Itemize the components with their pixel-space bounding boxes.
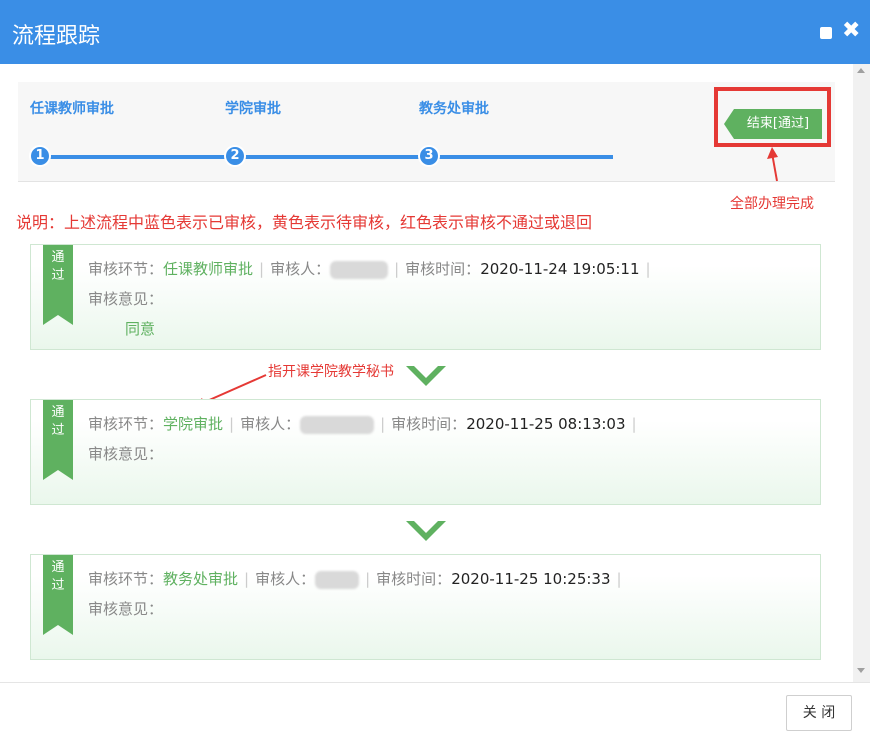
dialog-title: 流程跟踪 bbox=[12, 24, 101, 49]
opinion-value: 同意 bbox=[125, 320, 156, 338]
end-note: 全部办理完成 bbox=[730, 196, 814, 212]
status-ribbon: 通过 bbox=[43, 245, 73, 325]
time-label: 审核时间： bbox=[376, 570, 452, 588]
time-value: 2020-11-24 19:05:11 bbox=[480, 260, 640, 278]
opinion-label: 审核意见： bbox=[88, 290, 164, 308]
step-number-2: 2 bbox=[224, 145, 246, 167]
scroll-down-icon[interactable] bbox=[857, 668, 865, 673]
dialog-titlebar: 流程跟踪 ✖ bbox=[0, 0, 870, 64]
record-info-row: 审核环节：任课教师审批 | 审核人： | 审核时间：2020-11-24 19:05:1… bbox=[88, 260, 651, 279]
reviewer-redacted bbox=[315, 570, 360, 589]
time-label: 审核时间： bbox=[391, 415, 467, 433]
reviewer-redacted bbox=[300, 415, 375, 434]
step-label-3: 教务处审批 bbox=[419, 101, 489, 117]
step-progress-line bbox=[40, 155, 613, 159]
step-number-1: 1 bbox=[29, 145, 51, 167]
opinion-label: 审核意见： bbox=[88, 445, 164, 463]
flow-steps-panel bbox=[18, 82, 835, 182]
stage-label: 审核环节： bbox=[88, 415, 164, 433]
scroll-up-icon[interactable] bbox=[857, 68, 865, 73]
review-record-3: 通过 审核环节：教务处审批 | 审核人： | 审核时间：2020-11-25 10:25… bbox=[30, 554, 821, 660]
reviewer-label: 审核人： bbox=[255, 570, 316, 588]
opinion-label: 审核意见： bbox=[88, 600, 164, 618]
review-record-1: 通过 审核环节：任课教师审批 | 审核人： | 审核时间：2020-11-24 19:0… bbox=[30, 244, 821, 350]
review-record-2: 通过 审核环节：学院审批 | 审核人： | 审核时间：2020-11-25 08:13:… bbox=[30, 399, 821, 505]
vertical-scrollbar[interactable] bbox=[853, 64, 870, 682]
end-tag-pointer bbox=[724, 109, 734, 139]
maximize-icon[interactable] bbox=[820, 27, 832, 39]
stage-label: 审核环节： bbox=[88, 260, 164, 278]
step-label-1: 任课教师审批 bbox=[30, 101, 114, 117]
reviewer-redacted bbox=[330, 260, 389, 279]
close-icon[interactable]: ✖ bbox=[842, 18, 860, 43]
step-label-2: 学院审批 bbox=[225, 101, 281, 117]
annotation-arrow-up-icon bbox=[767, 147, 778, 182]
flow-down-arrow-icon bbox=[406, 521, 446, 541]
footer-divider bbox=[0, 682, 870, 683]
legend-explanation: 说明：上述流程中蓝色表示已审核，黄色表示待审核，红色表示审核不通过或退回 bbox=[16, 213, 593, 232]
stage-value: 任课教师审批 bbox=[163, 260, 254, 278]
stage-value: 教务处审批 bbox=[163, 570, 239, 588]
status-ribbon: 通过 bbox=[43, 400, 73, 480]
reviewer-label: 审核人： bbox=[270, 260, 331, 278]
status-ribbon: 通过 bbox=[43, 555, 73, 635]
end-status-tag: 结束[通过] bbox=[734, 109, 822, 139]
record-info-row: 审核环节：教务处审批 | 审核人： | 审核时间：2020-11-25 10:25:33… bbox=[88, 570, 622, 589]
stage-value: 学院审批 bbox=[163, 415, 224, 433]
record-info-row: 审核环节：学院审批 | 审核人： | 审核时间：2020-11-25 08:13:03 | bbox=[88, 415, 637, 434]
close-button[interactable]: 关 闭 bbox=[786, 695, 852, 731]
stage-label: 审核环节： bbox=[88, 570, 164, 588]
flow-down-arrow-icon bbox=[406, 366, 446, 386]
reviewer-label: 审核人： bbox=[240, 415, 301, 433]
time-value: 2020-11-25 08:13:03 bbox=[466, 415, 626, 433]
annotation-note: 指开课学院教学秘书 bbox=[268, 364, 394, 380]
step-number-3: 3 bbox=[418, 145, 440, 167]
time-value: 2020-11-25 10:25:33 bbox=[451, 570, 611, 588]
time-label: 审核时间： bbox=[405, 260, 481, 278]
